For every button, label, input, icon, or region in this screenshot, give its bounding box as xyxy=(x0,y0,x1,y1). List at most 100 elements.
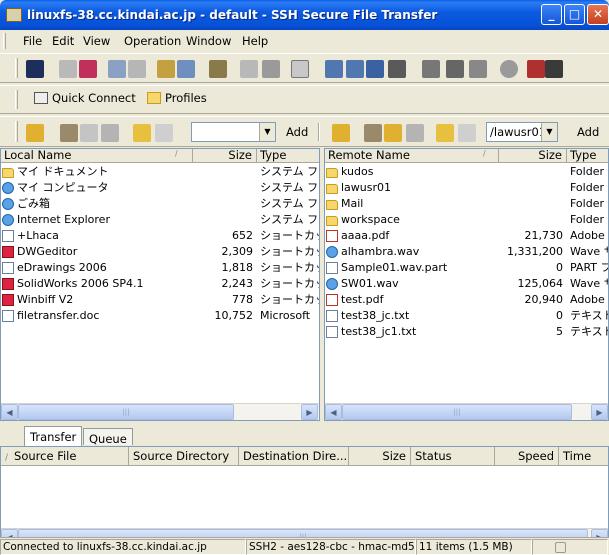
remote-file-row[interactable]: workspace Folder xyxy=(325,212,608,228)
local-size-header[interactable]: Size xyxy=(193,149,257,163)
columns-icon[interactable] xyxy=(388,60,406,78)
local-file-pane[interactable]: Local Name / Size Type マイ ドキュメント システム フマイ… xyxy=(0,148,320,421)
download-icon[interactable] xyxy=(240,60,258,78)
transfer-source-directory-header[interactable]: Source Directory xyxy=(129,447,239,466)
remote-delete-icon[interactable] xyxy=(458,124,476,142)
local-delete-icon[interactable] xyxy=(155,124,173,142)
local-type-header[interactable]: Type xyxy=(257,149,319,163)
remote-up-folder-icon[interactable] xyxy=(332,124,350,142)
view-icon[interactable] xyxy=(291,60,309,78)
local-file-row[interactable]: eDrawings 2006 1,818 ショートカッ xyxy=(1,260,319,276)
profiles-button[interactable]: Profiles xyxy=(147,91,207,105)
local-refresh-icon[interactable] xyxy=(101,124,119,142)
profile-toolbar-grip[interactable] xyxy=(15,90,18,109)
local-file-row[interactable]: filetransfer.doc 10,752 Microsoft xyxy=(1,308,319,324)
menu-edit[interactable]: Edit xyxy=(52,34,74,48)
menu-file[interactable]: File xyxy=(23,34,42,48)
menu-window[interactable]: Window xyxy=(186,34,231,48)
small-icons-icon[interactable] xyxy=(325,60,343,78)
local-file-row[interactable]: マイ ドキュメント システム フ xyxy=(1,164,319,180)
remote-file-pane[interactable]: Remote Name / Size Type kudos Folder lawus… xyxy=(324,148,609,421)
remote-file-row[interactable]: test.pdf 20,940 Adobe A xyxy=(325,292,608,308)
menu-operation[interactable]: Operation xyxy=(124,34,181,48)
remote-folder-icon[interactable] xyxy=(384,124,402,142)
local-scroll-thumb[interactable]: ||| xyxy=(18,404,234,420)
remote-file-row[interactable]: alhambra.wav 1,331,200 Wave サ xyxy=(325,244,608,260)
save-icon[interactable] xyxy=(26,60,44,78)
copy-icon[interactable] xyxy=(108,60,126,78)
local-file-row[interactable]: マイ コンピュータ システム フ xyxy=(1,180,319,196)
paste-icon[interactable] xyxy=(128,60,146,78)
remote-file-row[interactable]: Sample01.wav.part 0 PART フ xyxy=(325,260,608,276)
local-file-row[interactable]: ごみ箱 システム フ xyxy=(1,196,319,212)
new-file-transfer-icon[interactable] xyxy=(177,60,195,78)
local-home-icon[interactable] xyxy=(60,124,78,142)
menu-help[interactable]: Help xyxy=(242,34,268,48)
chevron-down-icon[interactable]: ▼ xyxy=(541,123,557,141)
local-file-row[interactable]: +Lhaca 652 ショートカッ xyxy=(1,228,319,244)
help-book-icon[interactable] xyxy=(527,60,545,78)
local-up-folder-icon[interactable] xyxy=(26,124,44,142)
minimize-button[interactable]: _ xyxy=(541,4,562,25)
scroll-right-icon[interactable]: ▶ xyxy=(591,404,608,420)
binary-mode-icon[interactable] xyxy=(446,60,464,78)
scroll-left-icon[interactable]: ◀ xyxy=(1,404,18,420)
transfer-source-file-header[interactable]: / Source File xyxy=(1,447,129,466)
remote-add-button[interactable]: Add xyxy=(577,125,599,139)
remote-refresh-icon[interactable] xyxy=(406,124,424,142)
settings-icon[interactable] xyxy=(209,60,227,78)
details-view-icon[interactable] xyxy=(366,60,384,78)
menubar-grip[interactable] xyxy=(3,33,6,49)
local-add-button[interactable]: Add xyxy=(286,125,308,139)
local-new-folder-icon[interactable] xyxy=(133,124,151,142)
transfer-speed-header[interactable]: Speed xyxy=(495,447,559,466)
remote-file-row[interactable]: test38_jc1.txt 5 テキスト文 xyxy=(325,324,608,340)
menu-view[interactable]: View xyxy=(83,34,110,48)
context-help-icon[interactable] xyxy=(545,60,563,78)
remote-size-header[interactable]: Size xyxy=(499,149,567,163)
transfer-destination-directory-header[interactable]: Destination Dire... xyxy=(239,447,349,466)
scroll-left-icon[interactable]: ◀ xyxy=(325,404,342,420)
remote-new-folder-icon[interactable] xyxy=(436,124,454,142)
local-file-row[interactable]: Internet Explorer システム フ xyxy=(1,212,319,228)
tab-transfer[interactable]: Transfer xyxy=(24,426,83,446)
new-terminal-icon[interactable] xyxy=(157,60,175,78)
local-desktop-icon[interactable] xyxy=(80,124,98,142)
title-bar[interactable]: linuxfs-38.cc.kindai.ac.jp - default - S… xyxy=(0,0,609,30)
maximize-button[interactable]: □ xyxy=(564,4,585,25)
upload-icon[interactable] xyxy=(262,60,280,78)
ascii-mode-icon[interactable] xyxy=(422,60,440,78)
close-button[interactable]: ✕ xyxy=(587,4,609,25)
remote-file-row[interactable]: Mail Folder xyxy=(325,196,608,212)
tab-queue[interactable]: Queue xyxy=(83,428,133,446)
auto-mode-icon[interactable] xyxy=(469,60,487,78)
local-file-row[interactable]: Winbiff V2 778 ショートカッ xyxy=(1,292,319,308)
remote-file-row[interactable]: kudos Folder xyxy=(325,164,608,180)
remote-home-icon[interactable] xyxy=(364,124,382,142)
remote-horizontal-scrollbar[interactable]: ◀ ||| ▶ xyxy=(325,403,608,420)
remote-file-row[interactable]: test38_jc.txt 0 テキスト文 xyxy=(325,308,608,324)
disconnect-icon[interactable] xyxy=(79,60,97,78)
pane-toolbar-grip[interactable] xyxy=(15,121,18,142)
transfer-list[interactable]: / Source File Source Directory Destinatio… xyxy=(0,446,609,546)
local-path-combo[interactable]: ▼ xyxy=(191,122,276,142)
quick-connect-button[interactable]: Quick Connect xyxy=(34,91,136,105)
transfer-status-header[interactable]: Status xyxy=(411,447,495,466)
remote-file-row[interactable]: lawusr01 Folder xyxy=(325,180,608,196)
local-file-row[interactable]: SolidWorks 2006 SP4.1 2,243 ショートカッ xyxy=(1,276,319,292)
toolbar-grip[interactable] xyxy=(15,58,18,78)
connect-icon[interactable] xyxy=(59,60,77,78)
scroll-right-icon[interactable]: ▶ xyxy=(301,404,318,420)
local-file-row[interactable]: DWGeditor 2,309 ショートカッ xyxy=(1,244,319,260)
remote-path-combo[interactable]: /lawusr01 ▼ xyxy=(486,122,558,142)
transfer-size-header[interactable]: Size xyxy=(349,447,411,466)
stop-icon[interactable] xyxy=(500,60,518,78)
remote-file-row[interactable]: SW01.wav 125,064 Wave サ xyxy=(325,276,608,292)
remote-type-header[interactable]: Type xyxy=(567,149,608,163)
local-horizontal-scrollbar[interactable]: ◀ ||| ▶ xyxy=(1,403,319,420)
remote-name-header[interactable]: Remote Name xyxy=(325,149,499,163)
remote-file-row[interactable]: aaaa.pdf 21,730 Adobe A xyxy=(325,228,608,244)
local-name-header[interactable]: Local Name xyxy=(1,149,193,163)
transfer-time-header[interactable]: Time xyxy=(559,447,608,466)
remote-scroll-thumb[interactable]: ||| xyxy=(342,404,572,420)
